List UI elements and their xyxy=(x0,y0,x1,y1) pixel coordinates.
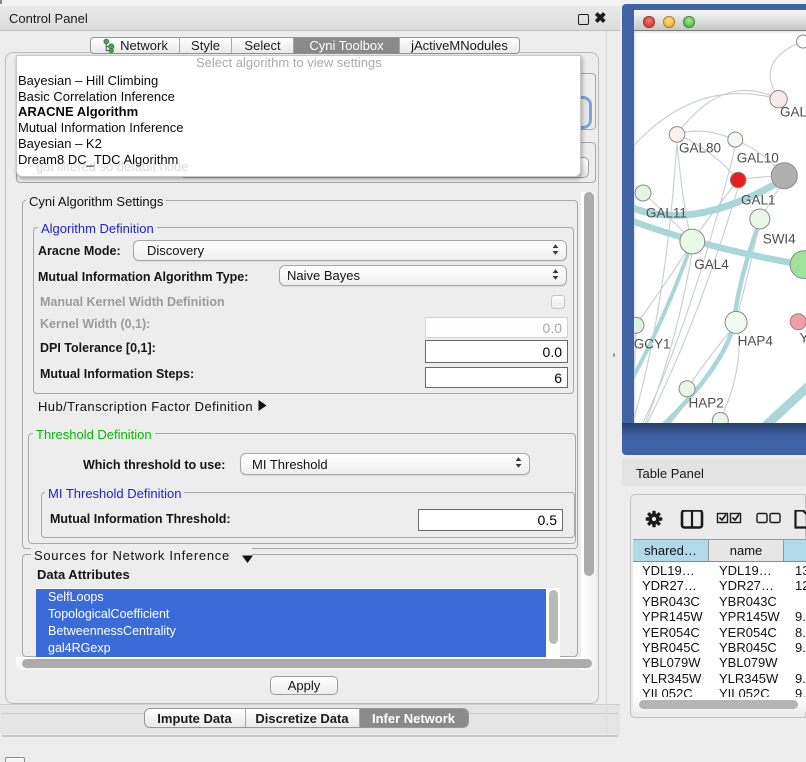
svg-text:HAP4: HAP4 xyxy=(738,334,774,349)
svg-text:GAL4: GAL4 xyxy=(694,257,729,272)
svg-text:GCY1: GCY1 xyxy=(634,336,670,351)
svg-text:GAL80: GAL80 xyxy=(679,141,721,156)
svg-text:GAL1: GAL1 xyxy=(741,193,776,208)
svg-text:GAL: GAL xyxy=(780,105,806,120)
svg-text:GAL11: GAL11 xyxy=(646,206,687,221)
svg-text:SWI4: SWI4 xyxy=(763,232,796,247)
svg-text:HAP2: HAP2 xyxy=(689,396,724,411)
svg-text:GAL10: GAL10 xyxy=(737,151,779,166)
svg-text:Y: Y xyxy=(800,331,806,346)
